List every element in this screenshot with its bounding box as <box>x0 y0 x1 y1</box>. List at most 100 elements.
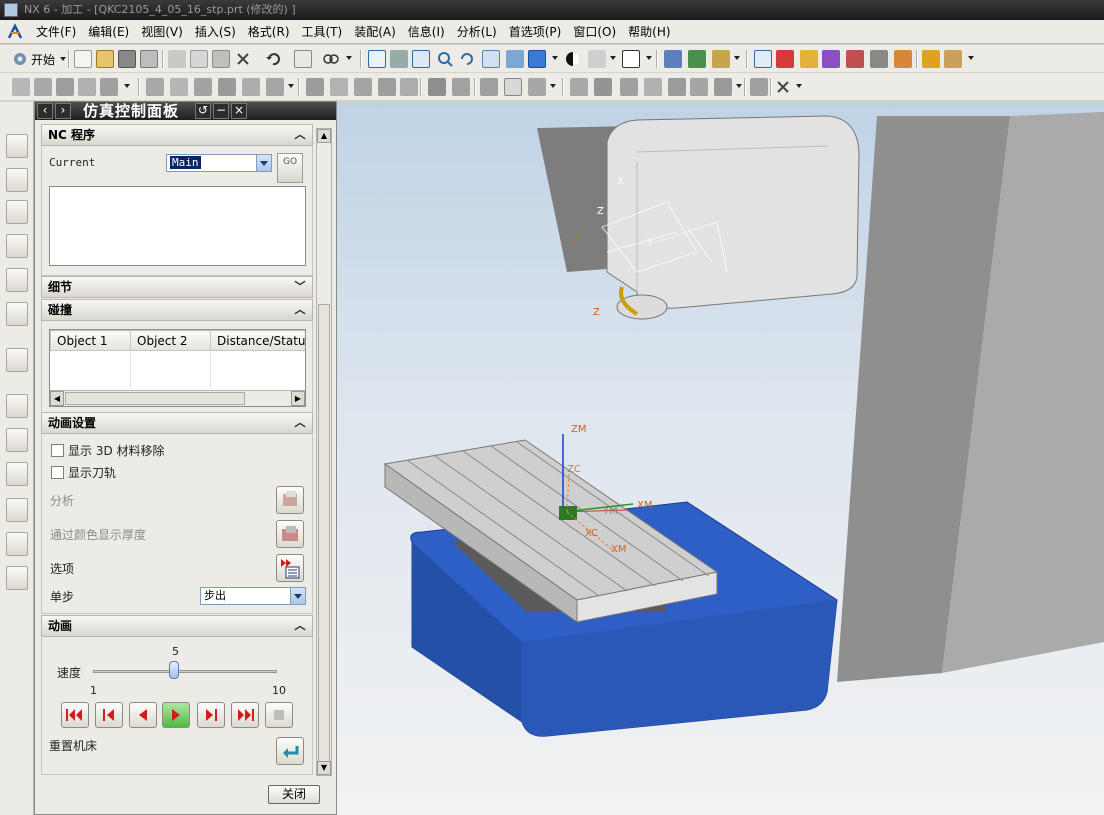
play-forward-button[interactable] <box>162 702 190 728</box>
panel-vscrollbar[interactable]: ▲ ▼ <box>316 128 332 776</box>
simulate-machine-icon[interactable] <box>242 78 260 96</box>
create-geometry-icon[interactable] <box>56 78 74 96</box>
menu-insert[interactable]: 插入(S) <box>189 21 242 43</box>
transform-icon-6[interactable] <box>690 78 708 96</box>
collapse-chevron-icon[interactable]: ︿ <box>292 415 308 431</box>
postprocess-icon[interactable] <box>266 78 284 96</box>
menu-info[interactable]: 信息(I) <box>402 21 451 43</box>
system-scenes-icon[interactable] <box>6 566 28 590</box>
manufacturing-wizard-icon[interactable] <box>6 498 28 522</box>
measure-icon[interactable] <box>922 50 940 68</box>
panel-collapse-button[interactable]: › <box>55 103 71 119</box>
transform-icon-1[interactable] <box>570 78 588 96</box>
zoom-window-icon[interactable] <box>390 50 408 68</box>
panel-reset-button[interactable]: ↺ <box>195 103 211 119</box>
zoom-in-out-icon[interactable] <box>436 50 454 68</box>
operation-icon-2[interactable] <box>688 50 706 68</box>
collapse-chevron-icon[interactable]: ︿ <box>292 618 308 634</box>
origin-icon[interactable] <box>330 78 348 96</box>
rotate-icon[interactable] <box>458 50 476 68</box>
collision-hscrollbar[interactable]: ◀ ▶ <box>50 390 305 406</box>
display-wcs-icon[interactable] <box>378 78 396 96</box>
generate-path-icon[interactable] <box>146 78 164 96</box>
start-button[interactable]: 开始 <box>12 49 67 69</box>
speed-slider-track[interactable] <box>93 670 277 673</box>
web-browser-icon[interactable] <box>6 348 28 372</box>
toolpath-icon-5[interactable] <box>846 50 864 68</box>
step-forward-button[interactable] <box>197 702 225 728</box>
close-toolbar-icon[interactable] <box>774 78 792 96</box>
scroll-down-icon[interactable]: ▼ <box>317 761 331 775</box>
wcs-icon[interactable] <box>306 78 324 96</box>
current-program-select[interactable]: Main <box>166 154 272 172</box>
replay-path-icon[interactable] <box>170 78 188 96</box>
render-style-icon[interactable] <box>528 50 546 68</box>
print-icon[interactable] <box>140 50 158 68</box>
stop-button[interactable] <box>265 702 293 728</box>
history-icon[interactable] <box>6 394 28 418</box>
menu-window[interactable]: 窗口(O) <box>567 21 622 43</box>
expand-chevron-icon[interactable]: ﹀ <box>292 279 308 295</box>
collapse-chevron-icon[interactable]: ︿ <box>292 127 308 143</box>
fast-forward-to-end-button[interactable] <box>231 702 259 728</box>
shading-icon[interactable] <box>564 50 582 68</box>
col-distance[interactable]: Distance/Statu <box>210 330 305 351</box>
transform-icon-2[interactable] <box>594 78 612 96</box>
menu-analysis[interactable]: 分析(L) <box>451 21 503 43</box>
toolpath-icon-6[interactable] <box>870 50 888 68</box>
feature-icon-2[interactable] <box>452 78 470 96</box>
part-navigator-icon[interactable] <box>6 234 28 258</box>
menu-assembly[interactable]: 装配(A) <box>348 21 402 43</box>
rewind-to-start-button[interactable] <box>61 702 89 728</box>
panel-back-button[interactable]: ‹ <box>37 103 53 119</box>
close-button[interactable]: 关闭 <box>268 785 320 804</box>
snap-icon[interactable] <box>322 50 340 68</box>
reset-machine-button[interactable] <box>276 737 304 765</box>
create-method-icon[interactable] <box>78 78 96 96</box>
system-materials-icon[interactable] <box>6 428 28 452</box>
scroll-up-icon[interactable]: ▲ <box>317 129 331 143</box>
menu-view[interactable]: 视图(V) <box>135 21 189 43</box>
copy-icon[interactable] <box>190 50 208 68</box>
layer-icon[interactable] <box>750 78 768 96</box>
operation-navigator-icon[interactable] <box>6 134 28 158</box>
options-button[interactable] <box>276 554 304 582</box>
toolpath-icon-1[interactable] <box>754 50 772 68</box>
menu-edit[interactable]: 编辑(E) <box>82 21 135 43</box>
animation-header[interactable]: 动画 ︿ <box>41 615 313 637</box>
verify-path-icon[interactable] <box>218 78 236 96</box>
object-icon-2[interactable] <box>504 78 522 96</box>
save-icon[interactable] <box>118 50 136 68</box>
step-select[interactable]: 步出 <box>200 587 306 605</box>
selection-filter-icon[interactable] <box>294 50 312 68</box>
detail-header[interactable]: 细节 ﹀ <box>41 276 313 298</box>
orient-view-icon[interactable] <box>506 50 524 68</box>
menu-help[interactable]: 帮助(H) <box>622 21 676 43</box>
panel-minimize-button[interactable]: − <box>213 103 229 119</box>
toolpath-icon-7[interactable] <box>894 50 912 68</box>
transform-icon-4[interactable] <box>644 78 662 96</box>
speed-slider-thumb[interactable] <box>168 661 179 679</box>
toolpath-icon-2[interactable] <box>776 50 794 68</box>
panel-close-button[interactable]: × <box>231 103 247 119</box>
object-icon-1[interactable] <box>480 78 498 96</box>
table-row[interactable] <box>50 350 305 369</box>
assembly-navigator-icon[interactable] <box>6 200 28 224</box>
pan-icon[interactable] <box>482 50 500 68</box>
list-path-icon[interactable] <box>194 78 212 96</box>
background-icon[interactable] <box>622 50 640 68</box>
cut-icon[interactable] <box>168 50 186 68</box>
save-wcs-icon[interactable] <box>400 78 418 96</box>
machine-navigator-icon[interactable] <box>6 168 28 192</box>
toolpath-icon-3[interactable] <box>800 50 818 68</box>
anim-settings-header[interactable]: 动画设置 ︿ <box>41 412 313 434</box>
machine-tool-library-icon[interactable] <box>6 302 28 326</box>
collision-header[interactable]: 碰撞 ︿ <box>41 299 313 321</box>
open-file-icon[interactable] <box>96 50 114 68</box>
menu-tools[interactable]: 工具(T) <box>296 21 349 43</box>
object-icon-3[interactable] <box>528 78 546 96</box>
delete-icon[interactable] <box>234 50 252 68</box>
reuse-library-icon[interactable] <box>6 268 28 292</box>
fit-view-icon[interactable] <box>368 50 386 68</box>
collapse-chevron-icon[interactable]: ︿ <box>292 302 308 318</box>
